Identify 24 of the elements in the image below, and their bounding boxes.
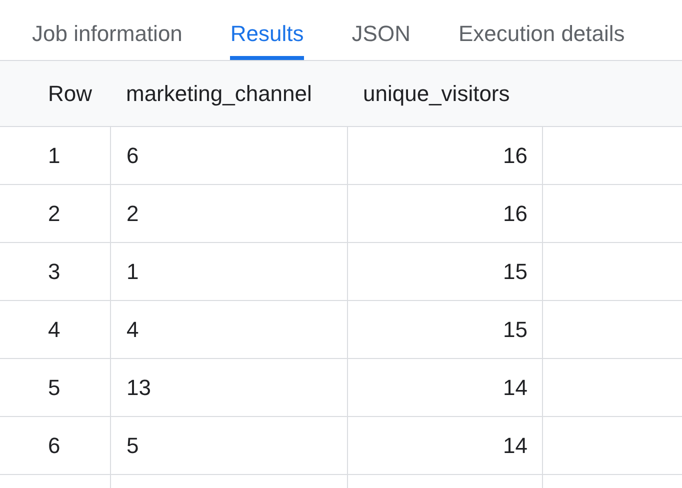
tab[interactable]: Execution details xyxy=(458,0,625,60)
table-cell: 5 xyxy=(0,358,110,416)
table-cell: 15 xyxy=(347,300,542,358)
table-cell: 4 xyxy=(110,300,347,358)
table-cell: 5 xyxy=(110,416,347,474)
tab[interactable]: Job information xyxy=(32,0,182,60)
table-cell: 13 xyxy=(110,358,347,416)
table-cell: 3 xyxy=(0,242,110,300)
table-cell: 16 xyxy=(347,126,542,184)
table-cell: 1 xyxy=(110,242,347,300)
table-cell: 15 xyxy=(347,242,542,300)
table-cell: 16 xyxy=(347,184,542,242)
tab[interactable]: JSON xyxy=(352,0,410,60)
table-cell: 14 xyxy=(347,416,542,474)
table-cell: 1 xyxy=(0,126,110,184)
table-cell: 2 xyxy=(110,184,347,242)
column-header: Row xyxy=(0,60,110,126)
column-header: marketing_channel xyxy=(110,60,347,126)
table-cell: 6 xyxy=(110,126,347,184)
table-cell: 4 xyxy=(0,300,110,358)
table-cell: 2 xyxy=(0,184,110,242)
table-cell: 14 xyxy=(347,358,542,416)
column-header: unique_visitors xyxy=(347,60,542,126)
table-cell: 6 xyxy=(0,416,110,474)
